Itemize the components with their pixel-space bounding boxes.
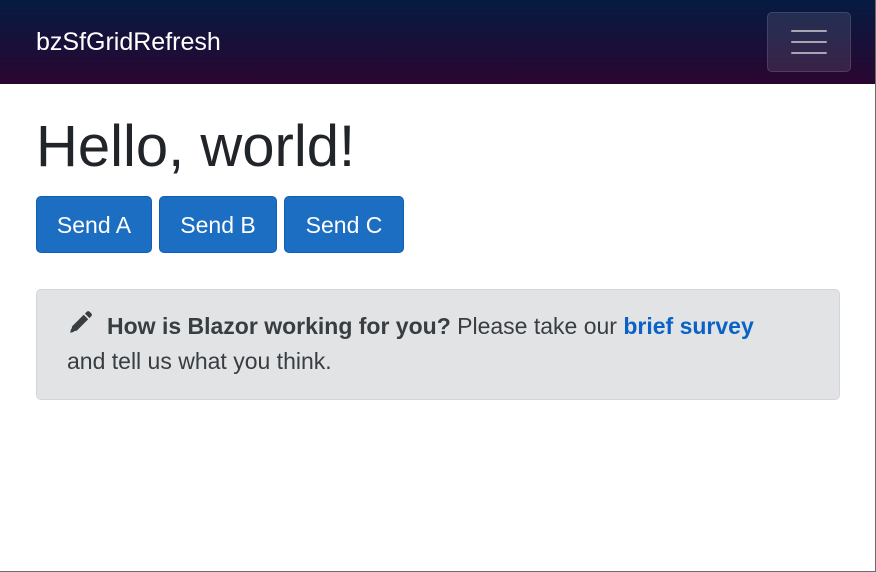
survey-alert: How is Blazor working for you? Please ta… — [36, 289, 840, 400]
send-button-group: Send A Send B Send C — [36, 196, 839, 253]
navbar-toggle-button[interactable] — [767, 12, 851, 72]
page-title: Hello, world! — [36, 114, 356, 179]
hamburger-menu-icon — [791, 30, 827, 54]
top-navbar: bzSfGridRefresh — [0, 0, 875, 84]
survey-suffix-text: and tell us what you think. — [67, 348, 332, 374]
send-a-button[interactable]: Send A — [36, 196, 152, 253]
survey-question: How is Blazor working for you? — [107, 313, 451, 339]
send-c-button[interactable]: Send C — [284, 196, 404, 253]
brief-survey-link[interactable]: brief survey — [623, 313, 753, 339]
send-b-button[interactable]: Send B — [159, 196, 277, 253]
pencil-icon — [67, 310, 93, 336]
main-content: Hello, world! Send A Send B Send C How i… — [0, 84, 875, 400]
brand-link[interactable]: bzSfGridRefresh — [36, 29, 221, 55]
survey-prefix-text: Please take our — [457, 313, 617, 339]
app-window: bzSfGridRefresh Hello, world! Send A Sen… — [0, 0, 876, 572]
